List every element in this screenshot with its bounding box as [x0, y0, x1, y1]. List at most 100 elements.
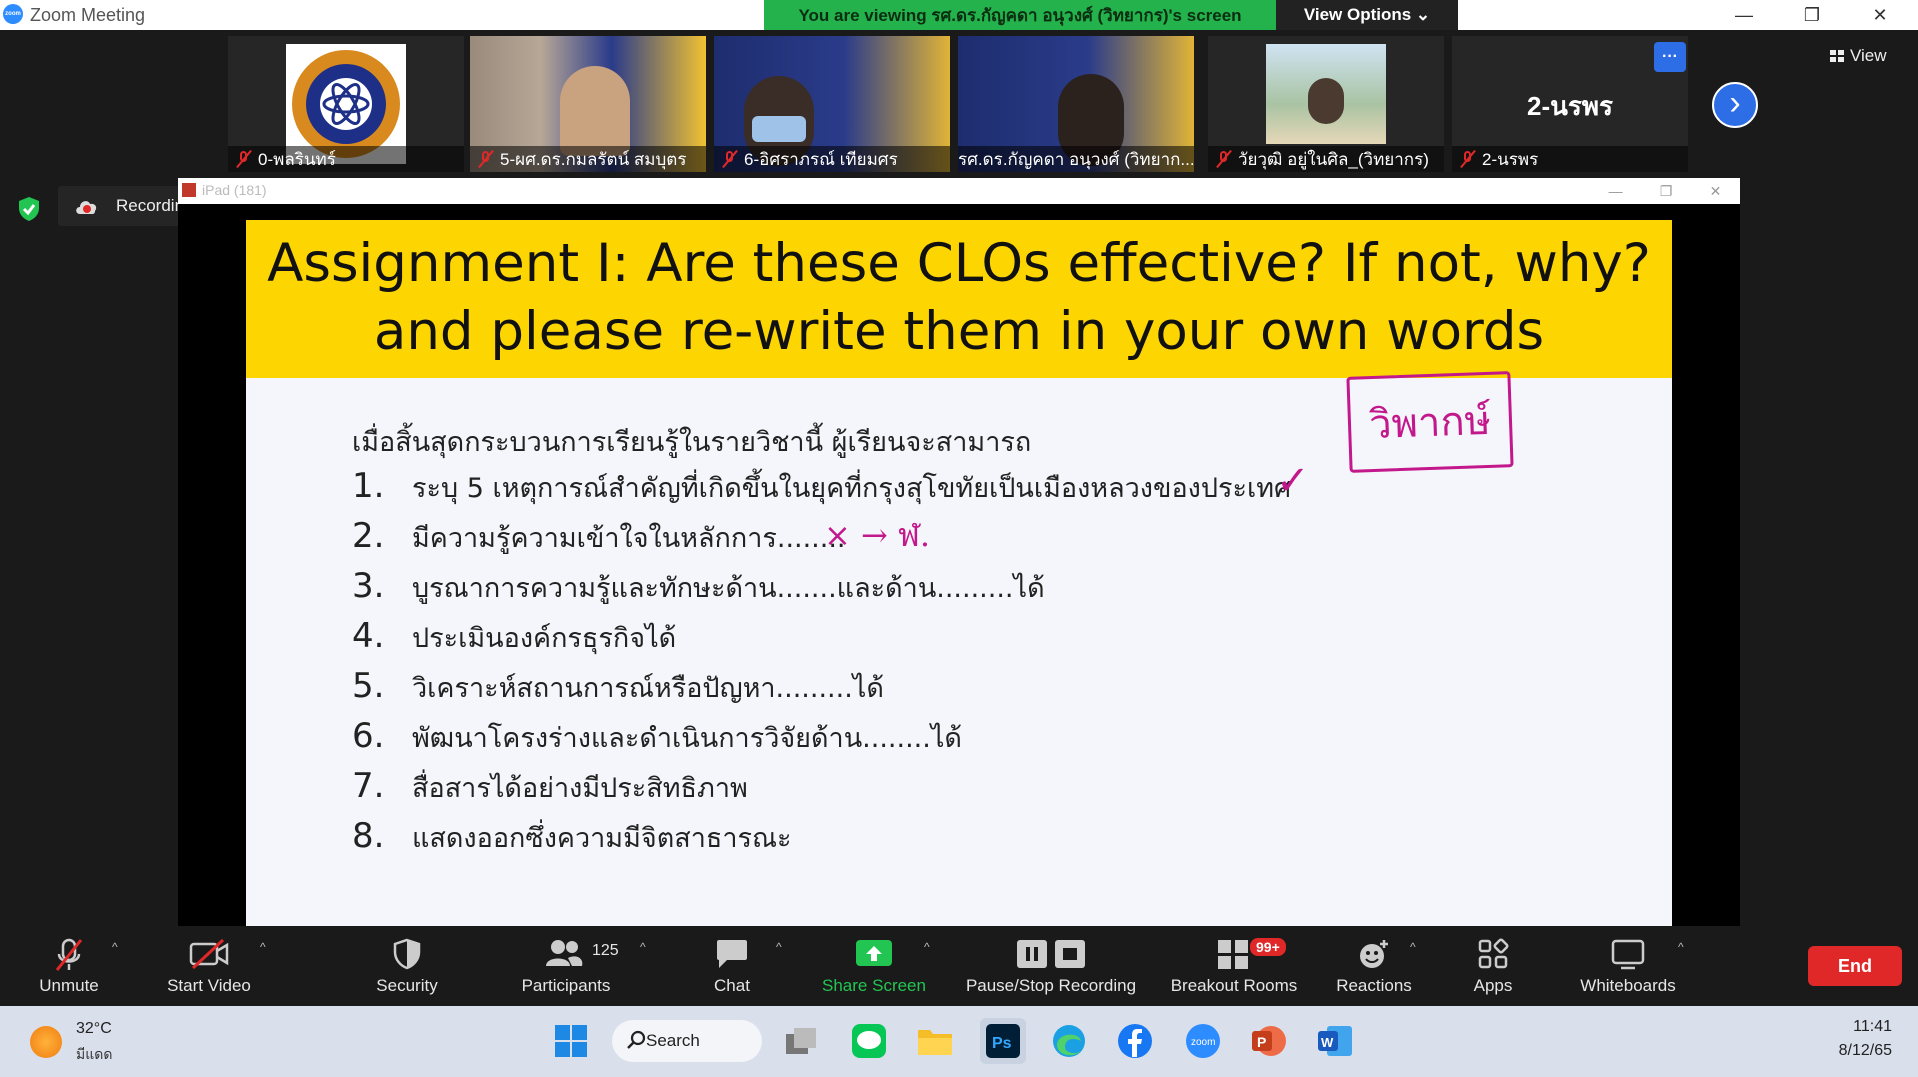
pause-stop-recording-button[interactable]: Pause/Stop Recording — [958, 926, 1144, 1006]
clo-text: มีความรู้ความเข้าใจในหลักการ........ — [412, 523, 846, 554]
whiteboards-chevron-icon[interactable]: ^ — [1678, 940, 1684, 954]
security-shield-icon — [16, 196, 42, 222]
clo-text: พัฒนาโครงร่างและดำเนินการวิจัยด้าน......… — [412, 723, 962, 754]
presentation-slide: Assignment I: Are these CLOs effective? … — [246, 220, 1672, 926]
security-button[interactable]: Security — [362, 926, 452, 1006]
view-label: View — [1850, 46, 1887, 65]
share-screen-button[interactable]: Share Screen — [814, 926, 934, 1006]
reactions-label: Reactions — [1336, 976, 1412, 995]
clo-item: 1. ระบุ 5 เหตุการณ์สำคัญที่เกิดขึ้นในยุคท… — [352, 466, 1291, 509]
audio-options-chevron-icon[interactable]: ^ — [112, 940, 118, 954]
clo-item: 2. มีความรู้ความเข้าใจในหลักการ........ — [352, 516, 846, 559]
annotation-arrow: × → ฬ. — [824, 516, 931, 554]
shared-restore-icon: ❐ — [1659, 182, 1673, 199]
clo-number: 6. — [352, 716, 385, 756]
participant-tile-active-speaker[interactable]: รศ.ดร.กัญคดา อนุวงศ์ (วิทยาก... — [958, 36, 1194, 172]
view-button[interactable]: View — [1830, 46, 1887, 66]
shared-app-icon — [182, 183, 196, 197]
mic-muted-icon — [1216, 150, 1232, 168]
chat-button[interactable]: Chat — [700, 926, 764, 1006]
breakout-rooms-label: Breakout Rooms — [1170, 976, 1298, 995]
clo-text: ประเมินองค์กรธุรกิจได้ — [412, 623, 677, 654]
participant-name: 6-อิศราภรณ์ เทียมศร — [744, 149, 898, 169]
clo-text: ระบุ 5 เหตุการณ์สำคัญที่เกิดขึ้นในยุคที่… — [412, 473, 1292, 504]
participant-tile[interactable]: 0-พลรินทร์ — [228, 36, 464, 172]
video-options-chevron-icon[interactable]: ^ — [260, 940, 266, 954]
edge-browser-icon[interactable] — [1046, 1018, 1092, 1064]
end-meeting-button[interactable]: End — [1808, 946, 1902, 986]
start-video-button[interactable]: Start Video — [154, 926, 264, 1006]
share-chevron-icon[interactable]: ^ — [924, 940, 930, 954]
participant-tile[interactable]: วัยวุฒิ อยู่ในศิล_(วิทยากร) — [1208, 36, 1444, 172]
mic-muted-icon — [1460, 150, 1476, 168]
facebook-icon[interactable] — [1112, 1018, 1158, 1064]
photoshop-icon[interactable]: Ps — [980, 1018, 1026, 1064]
weather-temp[interactable]: 32°C — [76, 1020, 112, 1038]
reactions-chevron-icon[interactable]: ^ — [1410, 940, 1416, 954]
participants-chevron-icon[interactable]: ^ — [640, 940, 646, 954]
start-menu-icon[interactable] — [548, 1018, 594, 1064]
clo-text: วิเคราะห์สถานการณ์หรือปัญหา.........ได้ — [412, 673, 884, 704]
search-label: Search — [646, 1031, 700, 1050]
tile-name-bar: 6-อิศราภรณ์ เทียมศร — [714, 146, 950, 172]
participant-name: รศ.ดร.กัญคดา อนุวงศ์ (วิทยาก... — [958, 149, 1194, 169]
svg-text:Ps: Ps — [992, 1035, 1012, 1052]
participants-icon — [544, 938, 584, 973]
mic-muted-icon — [478, 150, 494, 168]
slide-title-line1: Assignment I: Are these CLOs effective? … — [267, 233, 1651, 294]
chat-chevron-icon[interactable]: ^ — [776, 940, 782, 954]
clock-date[interactable]: 8/12/65 — [1812, 1042, 1892, 1060]
svg-text:P: P — [1257, 1034, 1266, 1050]
word-icon[interactable]: W — [1312, 1018, 1358, 1064]
file-explorer-icon[interactable] — [912, 1018, 958, 1064]
clo-number: 5. — [352, 666, 385, 706]
line-app-icon[interactable] — [846, 1018, 892, 1064]
powerpoint-icon[interactable]: P — [1246, 1018, 1292, 1064]
clo-number: 3. — [352, 566, 385, 606]
clock-time[interactable]: 11:41 — [1832, 1018, 1892, 1036]
clo-item: 6. พัฒนาโครงร่างและดำเนินการวิจัยด้าน....… — [352, 716, 962, 759]
view-options-button[interactable]: View Options ⌄ — [1276, 0, 1458, 30]
mic-muted-icon — [722, 150, 738, 168]
slide-header: Assignment I: Are these CLOs effective? … — [246, 220, 1672, 378]
apps-icon — [1477, 938, 1509, 975]
whiteboards-button[interactable]: Whiteboards — [1568, 926, 1688, 1006]
pause-stop-icon — [1015, 938, 1087, 975]
weather-desc: มีแดด — [76, 1046, 113, 1062]
security-label: Security — [376, 976, 438, 995]
slide-title-line2: and please re-write them in your own wor… — [373, 301, 1545, 362]
next-page-button[interactable]: › — [1712, 82, 1758, 128]
clo-item: 5. วิเคราะห์สถานการณ์หรือปัญหา.........ได… — [352, 666, 884, 709]
clo-number: 7. — [352, 766, 385, 806]
taskbar-search[interactable]: Search — [612, 1020, 762, 1062]
os-taskbar — [0, 1006, 1918, 1077]
shared-minimize-icon: — — [1608, 183, 1623, 199]
unmute-button[interactable]: Unmute — [18, 926, 120, 1006]
tile-name-bar: รศ.ดร.กัญคดา อนุวงศ์ (วิทยาก... — [958, 146, 1194, 172]
close-button[interactable]: ✕ — [1852, 0, 1908, 30]
zoom-app-icon[interactable]: zoom — [1180, 1018, 1226, 1064]
whiteboards-label: Whiteboards — [1580, 976, 1676, 995]
task-view-icon[interactable] — [778, 1018, 824, 1064]
pause-stop-label: Pause/Stop Recording — [965, 976, 1137, 995]
start-video-label: Start Video — [167, 976, 251, 995]
breakout-rooms-button[interactable]: 99+ Breakout Rooms — [1164, 926, 1304, 1006]
participants-button[interactable]: 125 Participants — [510, 926, 622, 1006]
shared-window-title: iPad (181) — [202, 182, 267, 198]
clo-number: 1. — [352, 466, 385, 506]
reactions-button[interactable]: Reactions — [1326, 926, 1422, 1006]
weather-sun-icon[interactable] — [30, 1026, 62, 1058]
view-grid-icon — [1830, 50, 1844, 62]
participant-tile[interactable]: 5-ผศ.ดร.กมลรัตน์ สมบุตร — [470, 36, 706, 172]
participant-tile[interactable]: 2-นรพร 2-นรพร — [1452, 36, 1688, 172]
tile-name-bar: 0-พลรินทร์ — [228, 146, 464, 172]
participant-big-name: 2-นรพร — [1527, 91, 1613, 121]
annotation-check-mark: ✓ — [1276, 459, 1310, 503]
restore-button[interactable]: ❐ — [1784, 0, 1840, 30]
participant-tile[interactable]: 6-อิศราภรณ์ เทียมศร — [714, 36, 950, 172]
participant-name: วัยวุฒิ อยู่ในศิล_(วิทยากร) — [1238, 149, 1429, 169]
more-options-button[interactable]: ··· — [1654, 42, 1686, 72]
clo-item: 8. แสดงออกซึ่งความมีจิตสาธารณะ — [352, 816, 792, 859]
apps-button[interactable]: Apps — [1460, 926, 1526, 1006]
minimize-button[interactable]: — — [1716, 0, 1772, 30]
